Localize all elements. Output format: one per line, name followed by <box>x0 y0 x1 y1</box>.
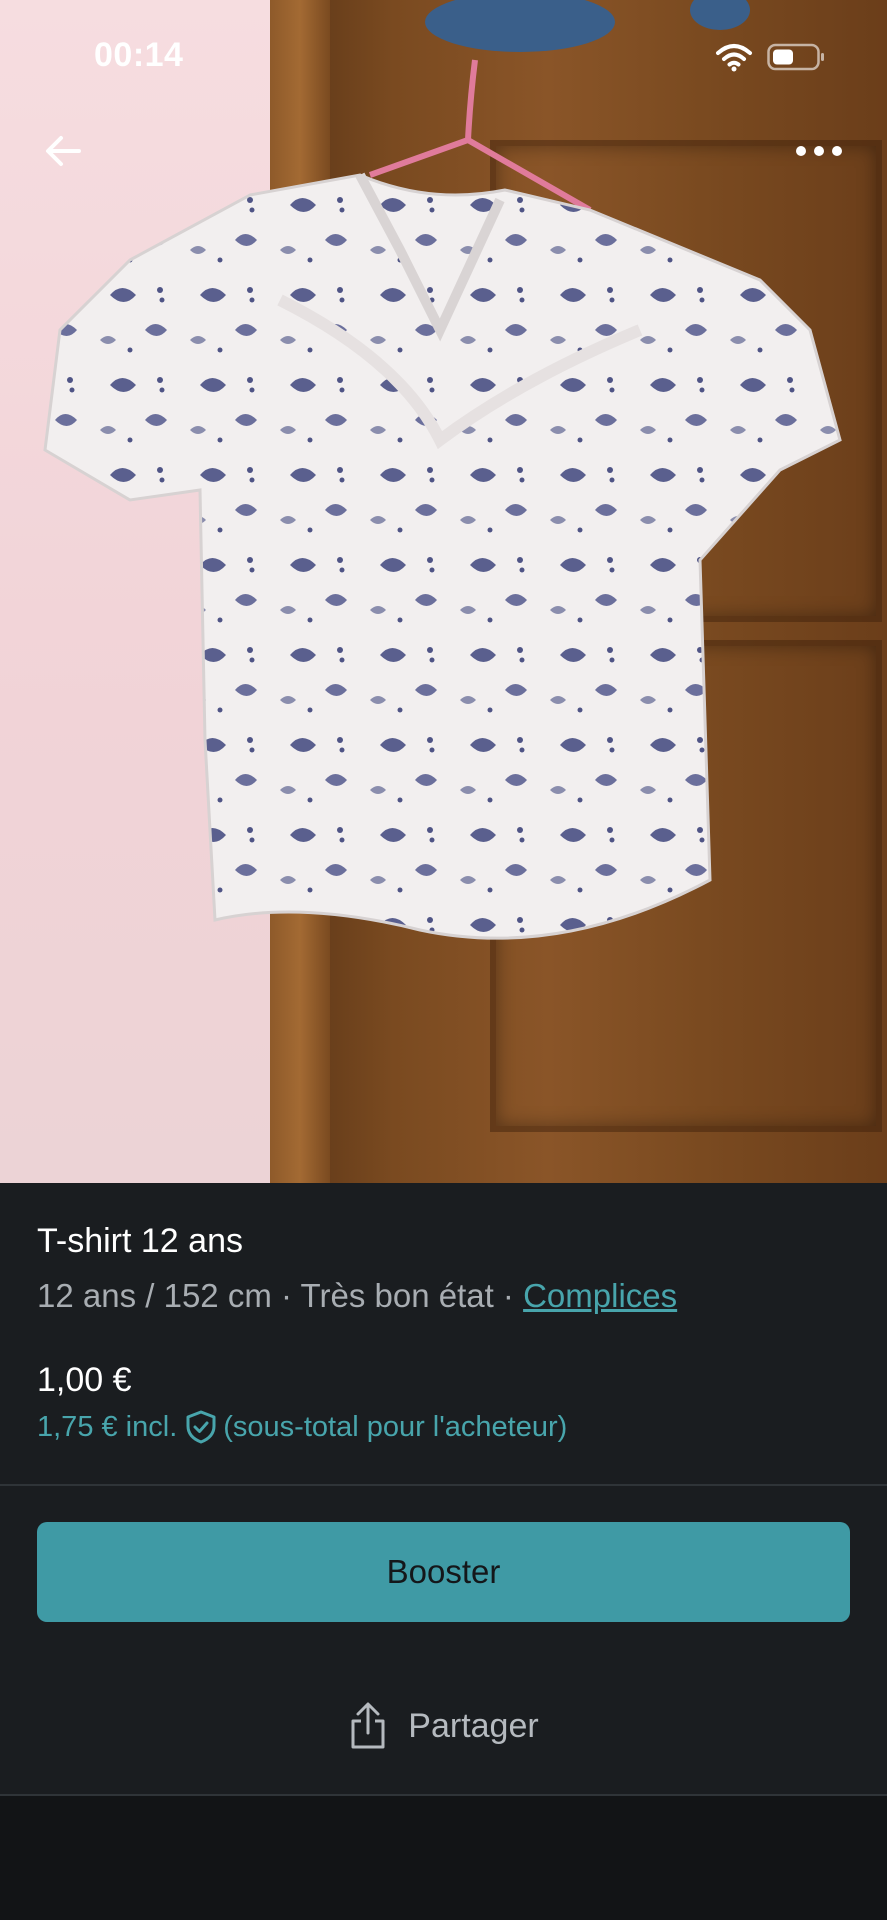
item-photo[interactable]: 00:14 <box>0 0 887 1183</box>
more-horizontal-icon <box>794 144 844 162</box>
item-brand-link[interactable]: Complices <box>523 1277 677 1314</box>
item-condition: Très bon état <box>300 1277 494 1314</box>
photo-shirt <box>43 172 842 940</box>
item-title: T-shirt 12 ans <box>37 1222 243 1260</box>
meta-separator: · <box>271 1277 301 1314</box>
status-time: 00:14 <box>94 36 184 74</box>
wifi-icon <box>715 42 753 77</box>
share-label: Partager <box>408 1706 539 1745</box>
share-button[interactable]: Partager <box>0 1686 887 1766</box>
status-icons <box>715 42 825 77</box>
battery-icon <box>767 42 825 77</box>
shield-check-icon <box>185 1410 217 1444</box>
back-button[interactable] <box>38 128 88 178</box>
item-price: 1,00 € <box>37 1361 132 1399</box>
divider <box>0 1484 887 1486</box>
price-incl-note: (sous-total pour l'acheteur) <box>223 1410 568 1443</box>
share-icon <box>348 1701 388 1751</box>
price-with-protection[interactable]: 1,75 € incl. (sous-total pour l'acheteur… <box>37 1410 567 1444</box>
booster-button[interactable]: Booster <box>37 1522 850 1622</box>
arrow-left-icon <box>43 131 83 176</box>
bottom-bar <box>0 1796 887 1920</box>
price-incl-value: 1,75 € incl. <box>37 1410 178 1443</box>
more-options-button[interactable] <box>789 128 849 178</box>
item-size: 12 ans / 152 cm <box>37 1277 272 1314</box>
meta-separator: · <box>493 1277 524 1314</box>
item-meta: 12 ans / 152 cm · Très bon état · Compli… <box>37 1277 677 1315</box>
